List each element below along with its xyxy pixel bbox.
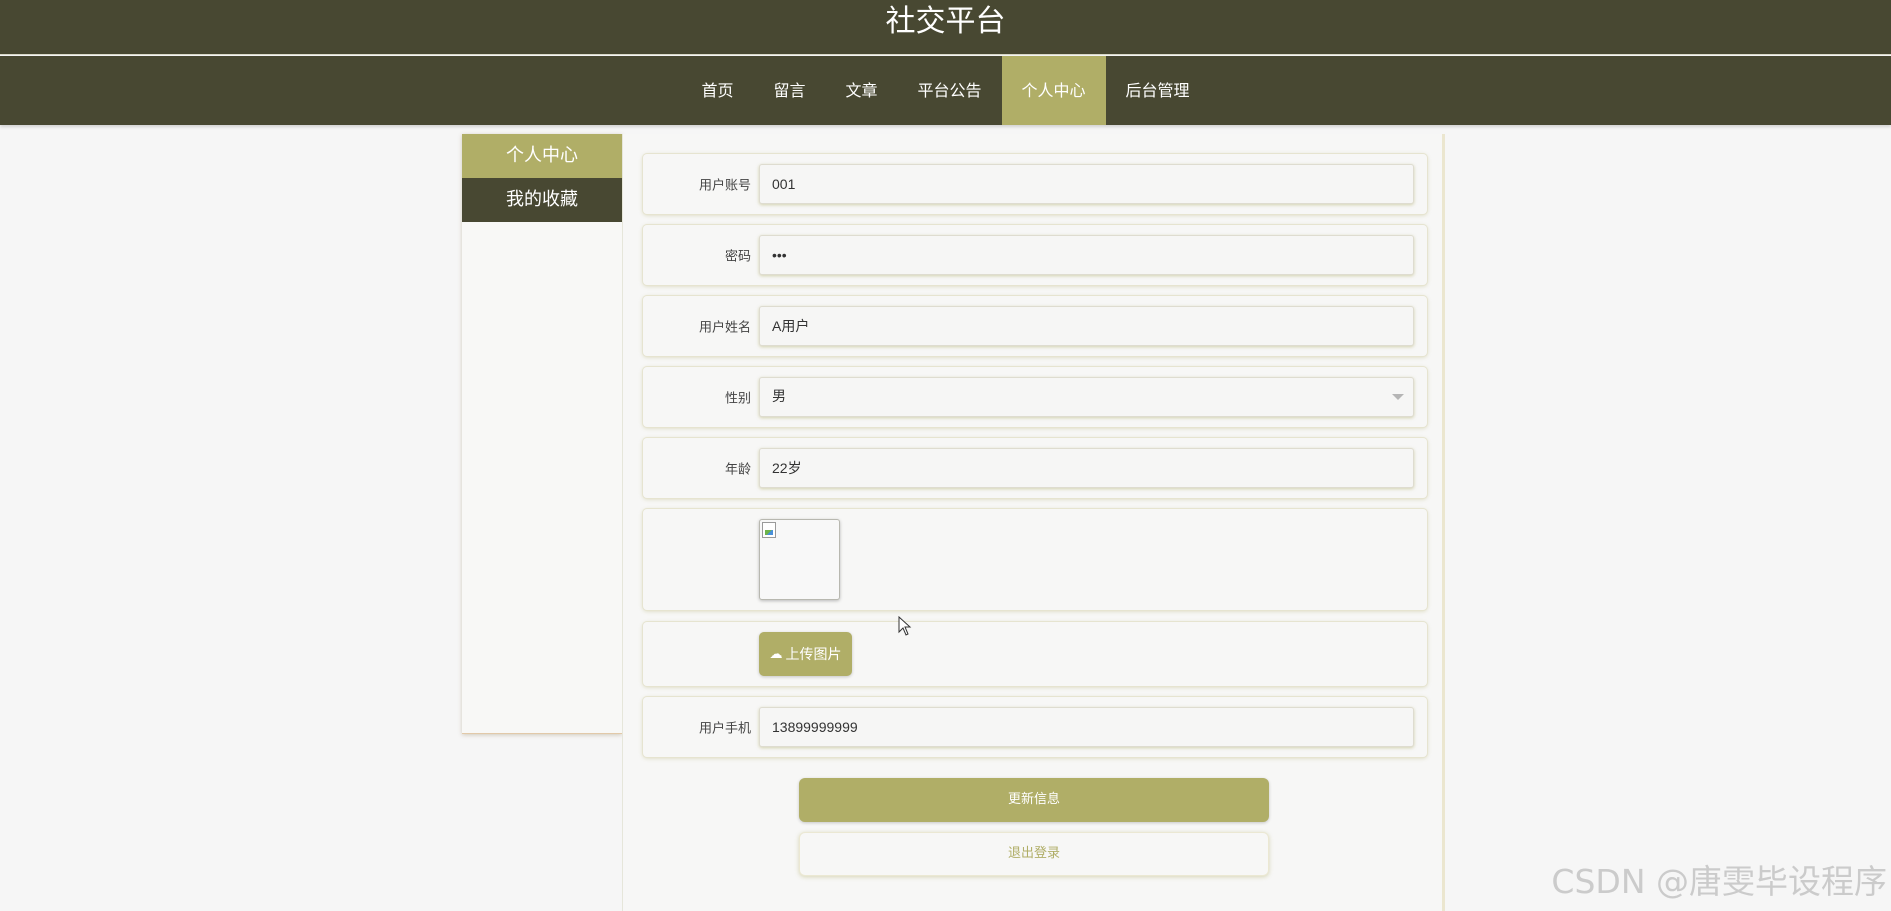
cloud-upload-icon: ☁ <box>769 646 783 662</box>
watermark: CSDN @唐雯毕设程序 <box>1551 862 1887 901</box>
name-input[interactable] <box>759 306 1414 346</box>
sidebar-item-profile[interactable]: 个人中心 <box>462 134 622 178</box>
main-nav: 首页 留言 文章 平台公告 个人中心 后台管理 <box>0 56 1891 125</box>
password-label: 密码 <box>724 249 751 265</box>
profile-form-panel: 用户账号 密码 用户姓名 性别 男 年龄 ☁ 上传图片 用户手机 更新信息 <box>622 134 1445 911</box>
password-row: 密码 <box>643 225 1427 285</box>
phone-input[interactable] <box>759 707 1414 747</box>
gender-select[interactable]: 男 <box>759 377 1414 417</box>
nav-item-admin[interactable]: 后台管理 <box>1106 56 1210 125</box>
site-title: 社交平台 <box>0 0 1891 55</box>
account-input[interactable] <box>759 164 1414 204</box>
avatar-image <box>759 519 840 600</box>
nav-item-messages[interactable]: 留言 <box>753 56 825 125</box>
gender-label: 性别 <box>724 391 751 407</box>
mouse-cursor-icon <box>898 616 912 636</box>
name-label: 用户姓名 <box>698 320 751 336</box>
sidebar: 个人中心 我的收藏 <box>462 134 622 734</box>
avatar-row <box>643 509 1427 610</box>
phone-label: 用户手机 <box>698 721 751 737</box>
account-label: 用户账号 <box>698 178 751 194</box>
nav-item-profile[interactable]: 个人中心 <box>1001 56 1106 125</box>
nav-item-announcements[interactable]: 平台公告 <box>898 56 1002 125</box>
age-input[interactable] <box>759 448 1414 488</box>
age-label: 年龄 <box>724 462 751 478</box>
phone-row: 用户手机 <box>643 697 1427 757</box>
sidebar-item-favorites[interactable]: 我的收藏 <box>462 178 622 222</box>
nav-item-articles[interactable]: 文章 <box>825 56 897 125</box>
age-row: 年龄 <box>643 438 1427 498</box>
logout-button[interactable]: 退出登录 <box>799 832 1269 876</box>
gender-row: 性别 男 <box>643 367 1427 427</box>
password-input[interactable] <box>759 235 1414 275</box>
upload-image-button[interactable]: ☁ 上传图片 <box>759 632 852 676</box>
nav-item-home[interactable]: 首页 <box>681 56 753 125</box>
name-row: 用户姓名 <box>643 296 1427 356</box>
upload-button-label: 上传图片 <box>785 647 842 663</box>
upload-row: ☁ 上传图片 <box>643 622 1427 686</box>
update-info-button[interactable]: 更新信息 <box>799 778 1269 822</box>
caret-down-icon <box>1392 394 1404 400</box>
account-row: 用户账号 <box>643 154 1427 214</box>
broken-image-icon <box>762 522 776 538</box>
gender-value: 男 <box>772 389 786 405</box>
